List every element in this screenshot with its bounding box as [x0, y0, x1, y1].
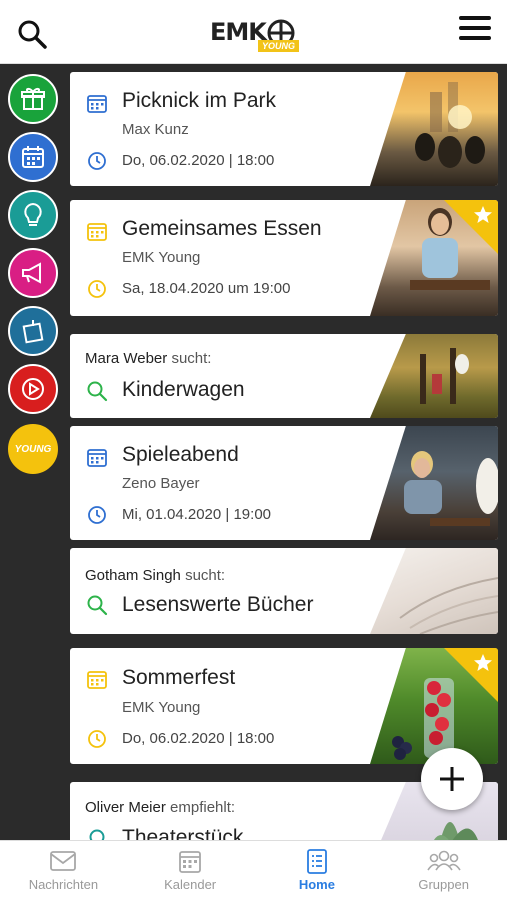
star-icon: [474, 206, 492, 223]
home-feed[interactable]: Picknick im Park Max Kunz Do, 06.02.2020…: [70, 64, 498, 840]
nav-gruppen[interactable]: Gruppen: [380, 841, 507, 900]
star-icon: [474, 654, 492, 671]
calendar-icon: [87, 95, 107, 113]
hamburger-menu-icon[interactable]: [459, 16, 491, 44]
event-card[interactable]: Spieleabend Zeno Bayer Mi, 01.04.2020 | …: [70, 426, 498, 540]
search-icon[interactable]: [16, 18, 48, 50]
bottom-navigation: Nachrichten Kalender Home Gruppen: [0, 840, 507, 900]
list-icon: [306, 849, 327, 874]
search-icon: [87, 595, 108, 616]
calendar-icon: [22, 146, 44, 168]
event-image: [370, 72, 498, 186]
poster-name: Mara Weber: [85, 350, 168, 367]
search-image: [370, 548, 498, 634]
clock-icon: [88, 152, 106, 170]
nav-nachrichten[interactable]: Nachrichten: [0, 841, 127, 900]
logo-young-badge: YOUNG: [258, 40, 300, 52]
search-poster: Mara Weber sucht:: [85, 350, 211, 367]
event-card[interactable]: Sommerfest EMK Young Do, 06.02.2020 | 18…: [70, 648, 498, 764]
event-datetime: Do, 06.02.2020 | 18:00: [122, 152, 275, 169]
event-organizer: Zeno Bayer: [122, 475, 200, 492]
search-icon: [87, 381, 108, 402]
calendar-icon: [179, 851, 202, 873]
search-item: Lesenswerte Bücher: [122, 593, 314, 616]
app-logo[interactable]: EMK YOUNG: [208, 14, 304, 54]
note-icon: [22, 320, 44, 344]
poster-verb: sucht:: [185, 567, 226, 584]
search-card[interactable]: Gotham Singh sucht: Lesenswerte Bücher: [70, 548, 498, 634]
nav-label: Home: [298, 877, 335, 892]
plus-icon: [440, 767, 464, 791]
nav-label: Kalender: [164, 877, 217, 892]
category-sidebar: YOUNG: [0, 64, 64, 840]
sidebar-note-button[interactable]: [8, 306, 58, 356]
sidebar-young-button[interactable]: YOUNG: [8, 424, 58, 474]
sidebar-lightbulb-button[interactable]: [8, 190, 58, 240]
poster-name: Oliver Meier: [85, 799, 166, 816]
event-title: Sommerfest: [122, 666, 236, 689]
event-title: Spieleabend: [122, 443, 239, 466]
calendar-icon: [87, 223, 107, 241]
play-icon: [22, 378, 44, 400]
add-button[interactable]: [421, 748, 483, 810]
app-header: EMK YOUNG: [0, 0, 507, 64]
sidebar-play-button[interactable]: [8, 364, 58, 414]
young-icon: YOUNG: [14, 443, 52, 455]
event-datetime: Do, 06.02.2020 | 18:00: [122, 730, 275, 747]
nav-kalender[interactable]: Kalender: [127, 841, 254, 900]
event-datetime: Sa, 18.04.2020 um 19:00: [122, 280, 291, 297]
lightbulb-icon: [89, 829, 105, 840]
event-title: Gemeinsames Essen: [122, 217, 322, 240]
search-poster: Gotham Singh sucht:: [85, 567, 225, 584]
search-item: Kinderwagen: [122, 378, 245, 401]
calendar-icon: [87, 671, 107, 689]
clock-icon: [88, 730, 106, 748]
calendar-icon: [87, 449, 107, 467]
recommend-poster: Oliver Meier empfiehlt:: [85, 799, 235, 816]
poster-verb: empfiehlt:: [170, 799, 236, 816]
event-image: [370, 426, 498, 540]
sidebar-calendar-button[interactable]: [8, 132, 58, 182]
recommend-item: Theaterstück: [122, 826, 244, 840]
nav-label: Gruppen: [418, 877, 469, 892]
megaphone-icon: [22, 262, 41, 284]
poster-verb: sucht:: [171, 350, 212, 367]
poster-name: Gotham Singh: [85, 567, 181, 584]
sidebar-gift-button[interactable]: [8, 74, 58, 124]
gift-icon: [21, 88, 45, 110]
mail-icon: [50, 851, 77, 871]
event-organizer: EMK Young: [122, 249, 201, 266]
event-card[interactable]: Gemeinsames Essen EMK Young Sa, 18.04.20…: [70, 200, 498, 316]
sidebar-megaphone-button[interactable]: [8, 248, 58, 298]
nav-label: Nachrichten: [28, 877, 99, 892]
clock-icon: [88, 280, 106, 298]
event-datetime: Mi, 01.04.2020 | 19:00: [122, 506, 272, 523]
clock-icon: [88, 506, 106, 524]
event-organizer: EMK Young: [122, 699, 201, 716]
nav-home[interactable]: Home: [254, 841, 381, 900]
search-card[interactable]: Mara Weber sucht: Kinderwagen: [70, 334, 498, 418]
event-title: Picknick im Park: [122, 89, 277, 112]
search-image: [370, 334, 498, 418]
lightbulb-icon: [24, 202, 42, 226]
group-icon: [426, 850, 461, 871]
event-organizer: Max Kunz: [122, 121, 189, 138]
event-card[interactable]: Picknick im Park Max Kunz Do, 06.02.2020…: [70, 72, 498, 186]
